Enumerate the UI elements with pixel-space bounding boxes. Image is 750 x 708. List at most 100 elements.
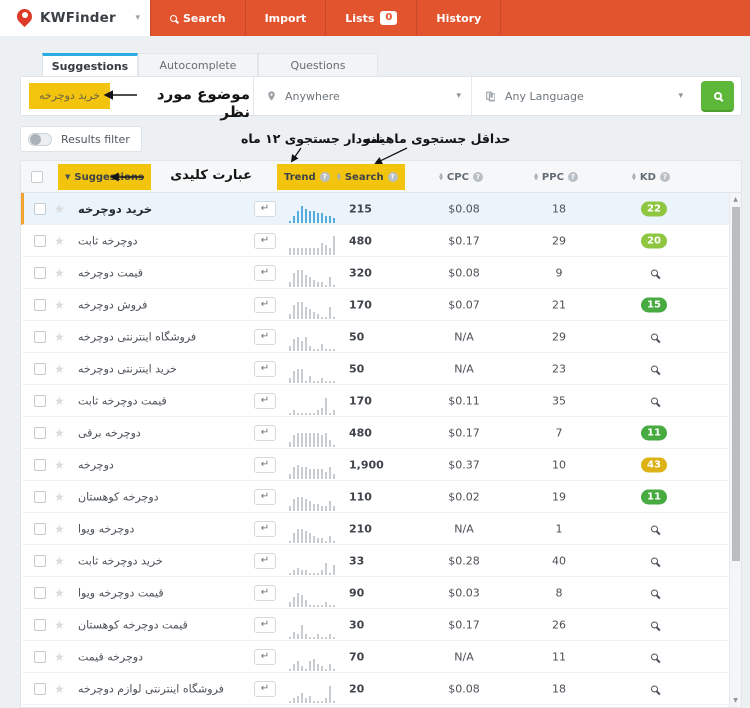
scroll-up-icon[interactable]: ▲ — [730, 196, 741, 203]
favorite-star-icon[interactable]: ★ — [54, 554, 65, 568]
menu-item-history[interactable]: History — [417, 0, 502, 36]
analyze-keyword-button[interactable]: ↵ — [254, 616, 276, 633]
analyze-keyword-button[interactable]: ↵ — [254, 584, 276, 601]
analyze-keyword-button[interactable]: ↵ — [254, 456, 276, 473]
analyze-keyword-button[interactable]: ↵ — [254, 264, 276, 281]
kd-magnifier-icon[interactable] — [650, 333, 658, 340]
kd-magnifier-icon[interactable] — [650, 589, 658, 596]
help-icon[interactable] — [659, 172, 670, 182]
row-checkbox[interactable] — [34, 458, 46, 471]
favorite-star-icon[interactable]: ★ — [54, 586, 65, 600]
tab-questions[interactable]: Questions — [258, 53, 378, 76]
kd-score-badge[interactable]: 11 — [641, 425, 667, 440]
trend-bar — [305, 307, 307, 319]
favorite-star-icon[interactable]: ★ — [54, 618, 65, 632]
kd-magnifier-icon[interactable] — [650, 525, 658, 532]
analyze-keyword-button[interactable]: ↵ — [254, 392, 276, 409]
analyze-keyword-button[interactable]: ↵ — [254, 296, 276, 313]
analyze-keyword-button[interactable]: ↵ — [254, 520, 276, 537]
analyze-keyword-button[interactable]: ↵ — [254, 488, 276, 505]
menu-item-lists[interactable]: Lists 0 — [326, 0, 418, 36]
kd-score-badge[interactable]: 15 — [641, 297, 667, 312]
header-cpc[interactable]: ▲ ▼ CPC — [416, 164, 506, 190]
row-checkbox[interactable] — [34, 554, 46, 567]
row-checkbox[interactable] — [34, 586, 46, 599]
kd-magnifier-icon[interactable] — [650, 397, 658, 404]
help-icon[interactable] — [319, 172, 330, 182]
favorite-star-icon[interactable]: ★ — [54, 394, 65, 408]
favorite-star-icon[interactable]: ★ — [54, 522, 65, 536]
kd-score-badge[interactable]: 43 — [641, 457, 667, 472]
analyze-keyword-button[interactable]: ↵ — [254, 648, 276, 665]
favorite-star-icon[interactable]: ★ — [54, 234, 65, 248]
help-icon[interactable] — [567, 172, 578, 182]
header-ppc[interactable]: ▲ ▼ PPC — [513, 164, 599, 190]
favorite-star-icon[interactable]: ★ — [54, 330, 65, 344]
analyze-keyword-button[interactable]: ↵ — [254, 328, 276, 345]
analyze-keyword-button[interactable]: ↵ — [254, 552, 276, 569]
favorite-star-icon[interactable]: ★ — [54, 362, 65, 376]
row-checkbox[interactable] — [34, 682, 46, 695]
row-checkbox[interactable] — [34, 266, 46, 279]
scroll-down-icon[interactable]: ▼ — [730, 697, 741, 704]
row-checkbox[interactable] — [34, 394, 46, 407]
scrollbar-thumb[interactable] — [731, 207, 740, 561]
kd-score-badge[interactable]: 11 — [641, 489, 667, 504]
analyze-keyword-button[interactable]: ↵ — [254, 424, 276, 441]
row-checkbox[interactable] — [34, 362, 46, 375]
help-icon[interactable] — [387, 172, 398, 182]
favorite-star-icon[interactable]: ★ — [54, 490, 65, 504]
results-filter[interactable]: Results filter — [20, 126, 142, 152]
header-kd[interactable]: ▲ ▼ KD — [611, 164, 691, 190]
header-search[interactable]: ▲ ▼ Search — [330, 164, 405, 190]
kd-score-badge[interactable]: 20 — [641, 233, 667, 248]
search-submit-button[interactable] — [701, 81, 734, 112]
language-select[interactable]: Any Language ▾ — [471, 77, 693, 115]
favorite-star-icon[interactable]: ★ — [54, 458, 65, 472]
tab-autocomplete[interactable]: Autocomplete — [138, 53, 258, 76]
row-checkbox[interactable] — [34, 650, 46, 663]
row-checkbox[interactable] — [34, 202, 46, 215]
favorite-star-icon[interactable]: ★ — [54, 202, 65, 216]
trend-bar — [305, 531, 307, 543]
kd-magnifier-icon[interactable] — [650, 365, 658, 372]
row-checkbox[interactable] — [34, 234, 46, 247]
analyze-keyword-button[interactable]: ↵ — [254, 360, 276, 377]
location-select[interactable]: Anywhere ▾ — [253, 77, 471, 115]
table-scrollbar[interactable]: ▲ ▼ — [729, 193, 741, 707]
menu-item-search[interactable]: Search — [150, 0, 246, 36]
analyze-keyword-button[interactable]: ↵ — [254, 232, 276, 249]
trend-bar — [325, 563, 327, 575]
row-checkbox[interactable] — [34, 298, 46, 311]
search-volume-cell: 50 — [349, 362, 365, 375]
analyze-keyword-button[interactable]: ↵ — [254, 200, 276, 217]
row-checkbox[interactable] — [34, 426, 46, 439]
menu-item-import[interactable]: Import — [246, 0, 327, 36]
trend-mini-chart — [289, 235, 336, 255]
kd-magnifier-icon[interactable] — [650, 685, 658, 692]
tab-suggestions[interactable]: Suggestions — [42, 53, 138, 76]
favorite-star-icon[interactable]: ★ — [54, 682, 65, 696]
favorite-star-icon[interactable]: ★ — [54, 298, 65, 312]
kd-magnifier-icon[interactable] — [650, 269, 658, 276]
brand-menu[interactable]: KWFinder ▾ — [0, 0, 150, 36]
favorite-star-icon[interactable]: ★ — [54, 650, 65, 664]
favorite-star-icon[interactable]: ★ — [54, 266, 65, 280]
kd-magnifier-icon[interactable] — [650, 621, 658, 628]
favorite-star-icon[interactable]: ★ — [54, 426, 65, 440]
analyze-keyword-button[interactable]: ↵ — [254, 680, 276, 697]
kd-score-badge[interactable]: 22 — [641, 201, 667, 216]
trend-bar — [329, 501, 331, 511]
keyword-input[interactable]: خرید دوچرخه — [29, 83, 110, 109]
trend-bar — [313, 211, 315, 223]
kd-magnifier-icon[interactable] — [650, 653, 658, 660]
select-all-checkbox[interactable] — [31, 170, 43, 183]
results-filter-toggle[interactable] — [28, 132, 52, 146]
kd-magnifier-icon[interactable] — [650, 557, 658, 564]
row-checkbox[interactable] — [34, 618, 46, 631]
row-checkbox[interactable] — [34, 522, 46, 535]
row-checkbox[interactable] — [34, 490, 46, 503]
row-checkbox[interactable] — [34, 330, 46, 343]
help-icon[interactable] — [472, 172, 483, 182]
header-suggestions[interactable]: ▼ Suggestions — [58, 164, 151, 190]
